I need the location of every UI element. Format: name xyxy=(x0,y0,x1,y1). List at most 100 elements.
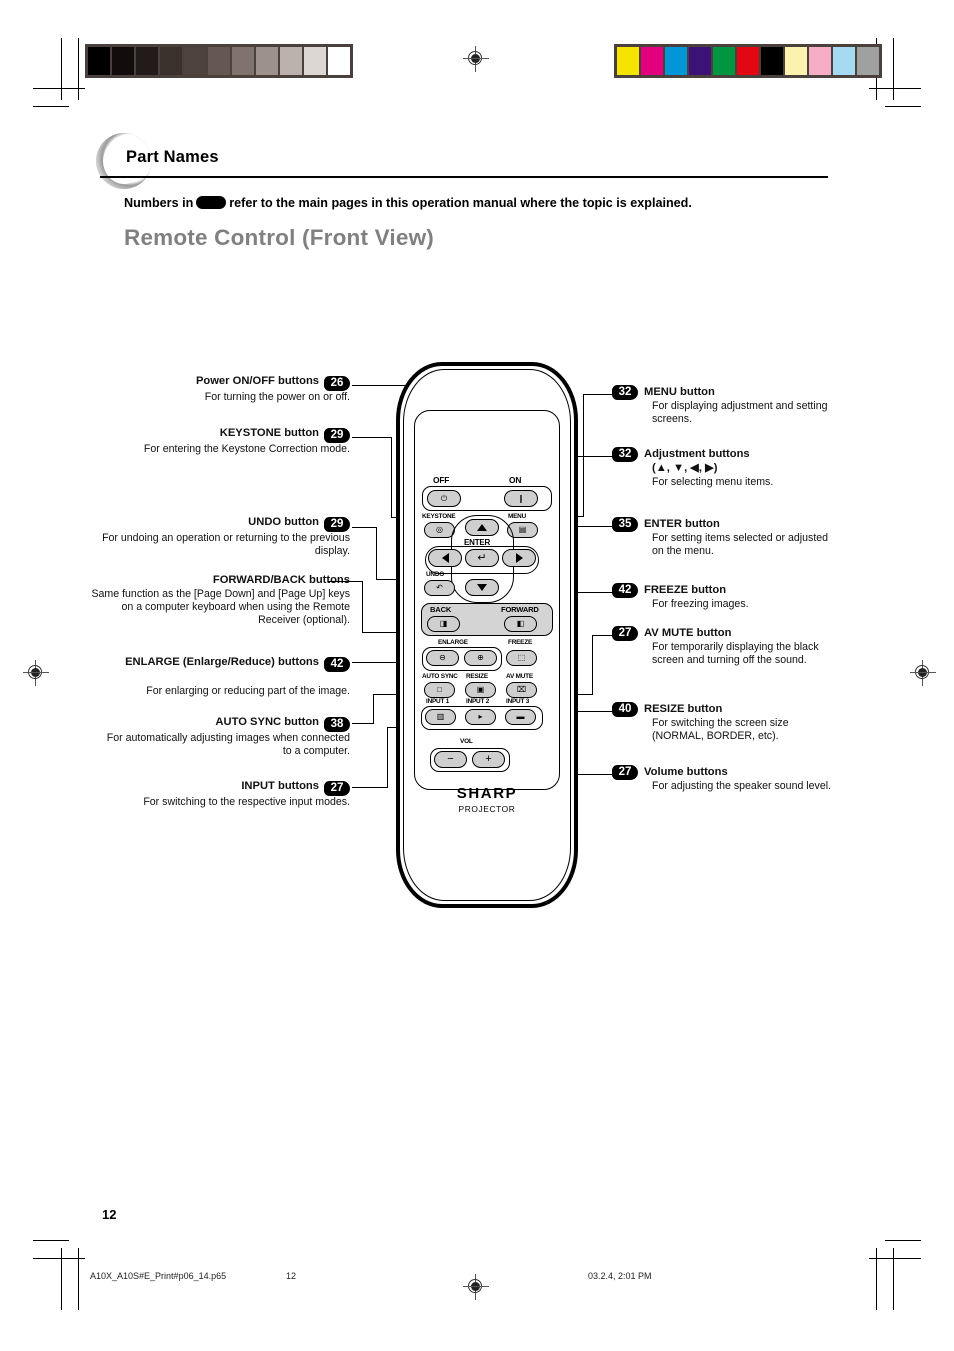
input3-label: INPUT 3 xyxy=(506,698,530,705)
enter-icon: ↵ xyxy=(477,551,487,564)
input3-button[interactable]: ▬ xyxy=(505,709,536,725)
callout-desc: For enlarging or reducing part of the im… xyxy=(146,685,350,697)
input1-label: INPUT 1 xyxy=(426,698,450,705)
on-label: ON xyxy=(509,475,522,485)
page-ref-badge: 32 xyxy=(612,385,638,400)
enlarge-label: ENLARGE xyxy=(438,639,468,646)
input2-button[interactable]: ▸ xyxy=(465,709,496,725)
page-ref-badge: 40 xyxy=(612,702,638,717)
power-off-button[interactable]: ⏻ xyxy=(427,490,461,507)
projector-wordmark: PROJECTOR xyxy=(458,804,516,814)
callout-title-secondary: (▲, ▼, ◀, ▶) xyxy=(652,462,718,474)
resize-label: RESIZE xyxy=(466,673,488,680)
callout-keystone: KEYSTONE button 29 For entering the Keyst… xyxy=(100,427,350,456)
enter-label: ENTER xyxy=(464,538,491,547)
callout-adjustment: 32 Adjustment buttons (▲, ▼, ◀, ▶) For se… xyxy=(612,447,842,489)
callout-volume: 27 Volume buttons For adjusting the speak… xyxy=(612,765,842,793)
volume-down-button[interactable]: − xyxy=(434,751,467,768)
undo-button[interactable]: ↶ xyxy=(424,580,455,596)
callout-title: ENTER button xyxy=(644,518,720,530)
input1-icon: ▥ xyxy=(436,712,445,721)
resize-button[interactable]: ▣ xyxy=(465,682,496,698)
back-icon: ◨ xyxy=(439,619,448,628)
arrow-right-icon xyxy=(515,553,523,563)
crop-mark-tl-h2 xyxy=(33,106,69,107)
enlarge-icon: ⊕ xyxy=(477,653,484,662)
lead-text-before: Numbers in xyxy=(124,196,194,210)
remote-control-diagram: OFF ON ⏻ ❙ KEYSTONE MENU ◎ ▤ ENTER ↵ UND… xyxy=(396,362,578,908)
av-mute-button[interactable]: ⌧ xyxy=(506,682,537,698)
registration-mark-top xyxy=(463,46,489,72)
auto-sync-button[interactable]: □ xyxy=(424,682,455,698)
crop-mark-tr-v xyxy=(893,38,894,100)
callout-title: KEYSTONE button 29 xyxy=(100,427,350,443)
section-subtitle: Remote Control (Front View) xyxy=(124,225,434,250)
callout-desc: For entering the Keystone Correction mod… xyxy=(143,443,350,455)
input3-icon: ▬ xyxy=(516,712,525,721)
enter-button[interactable]: ↵ xyxy=(465,549,499,567)
page-ref-badge: 42 xyxy=(612,583,638,598)
input1-button[interactable]: ▥ xyxy=(425,709,456,725)
adjust-up-button[interactable] xyxy=(465,519,499,536)
leader-line-forwardback-v xyxy=(362,581,364,633)
menu-label: MENU xyxy=(508,513,527,520)
crop-mark-br-v2 xyxy=(876,1248,877,1310)
av-mute-label: AV MUTE xyxy=(506,673,533,680)
arrow-down-icon xyxy=(477,584,487,591)
callout-title: AV MUTE button xyxy=(644,627,732,639)
leader-line-menu-v xyxy=(583,394,585,516)
callout-auto-sync: AUTO SYNC button 38 For automatically adj… xyxy=(100,716,350,758)
crop-mark-tl-v2 xyxy=(78,38,79,100)
enlarge-button[interactable]: ⊕ xyxy=(464,650,497,666)
page-ref-badge: 29 xyxy=(324,428,350,443)
page-ref-badge: 38 xyxy=(324,717,350,732)
leader-line-avmute xyxy=(592,635,614,637)
freeze-label: FREEZE xyxy=(508,639,533,646)
callout-desc: For automatically adjusting images when … xyxy=(106,732,350,758)
enlarge-reduce-button[interactable]: ⊖ xyxy=(426,650,459,666)
callout-input: INPUT buttons 27 For switching to the res… xyxy=(100,780,350,809)
arrow-up-icon xyxy=(477,524,487,531)
footer-timestamp: 03.2.4, 2:01 PM xyxy=(588,1271,652,1281)
back-button[interactable]: ◨ xyxy=(427,616,460,632)
crop-mark-tl-v xyxy=(61,38,62,100)
keystone-button[interactable]: ◎ xyxy=(424,522,455,538)
auto-sync-label: AUTO SYNC xyxy=(422,673,458,680)
crop-mark-bl-h2 xyxy=(33,1240,69,1241)
crop-mark-bl-v2 xyxy=(78,1248,79,1310)
callout-desc: For undoing an operation or returning to… xyxy=(102,532,350,558)
arrow-left-icon xyxy=(441,553,449,563)
power-on-button[interactable]: ❙ xyxy=(504,490,538,507)
adjust-left-button[interactable] xyxy=(428,549,462,567)
color-calibration-bar xyxy=(614,44,882,78)
leader-line-undo xyxy=(352,527,377,529)
leader-line-freeze xyxy=(574,592,613,594)
leader-line-avmute-v xyxy=(592,635,594,695)
footer-filename: A10X_A10S#E_Print#p06_14.p65 xyxy=(90,1271,227,1281)
undo-label: UNDO xyxy=(426,571,445,578)
callout-title: Adjustment buttons xyxy=(644,448,750,460)
page-ref-badge: 29 xyxy=(324,517,350,532)
forward-button[interactable]: ◧ xyxy=(504,616,537,632)
leader-line-forwardback xyxy=(328,581,363,583)
forward-icon: ◧ xyxy=(516,619,525,628)
page-ref-badge: 27 xyxy=(612,626,638,641)
callout-enter: 35 ENTER button For setting items selecte… xyxy=(612,517,842,558)
callout-power-onoff: Power ON/OFF buttons 26 For turning the p… xyxy=(100,375,350,404)
page-ref-badge: 35 xyxy=(612,517,638,532)
sharp-logo: SHARP xyxy=(456,785,518,802)
callout-title: UNDO button 29 xyxy=(100,516,350,532)
resize-icon: ▣ xyxy=(476,685,485,694)
adjust-right-button[interactable] xyxy=(502,549,536,567)
input2-label: INPUT 2 xyxy=(466,698,490,705)
freeze-button[interactable]: ⬚ xyxy=(506,650,537,666)
lead-paragraph: Numbers in refer to the main pages in thi… xyxy=(124,196,864,210)
callout-title: FORWARD/BACK buttons xyxy=(212,574,350,586)
callout-freeze: 42 FREEZE button For freezing images. xyxy=(612,583,842,611)
callout-title: Volume buttons xyxy=(644,766,728,778)
callout-enlarge: ENLARGE (Enlarge/Reduce) buttons 42 For e… xyxy=(100,656,350,698)
crop-mark-tr-h2 xyxy=(885,106,921,107)
volume-up-button[interactable]: + xyxy=(472,751,505,768)
callout-title: INPUT buttons 27 xyxy=(100,780,350,796)
adjust-down-button[interactable] xyxy=(465,579,499,596)
